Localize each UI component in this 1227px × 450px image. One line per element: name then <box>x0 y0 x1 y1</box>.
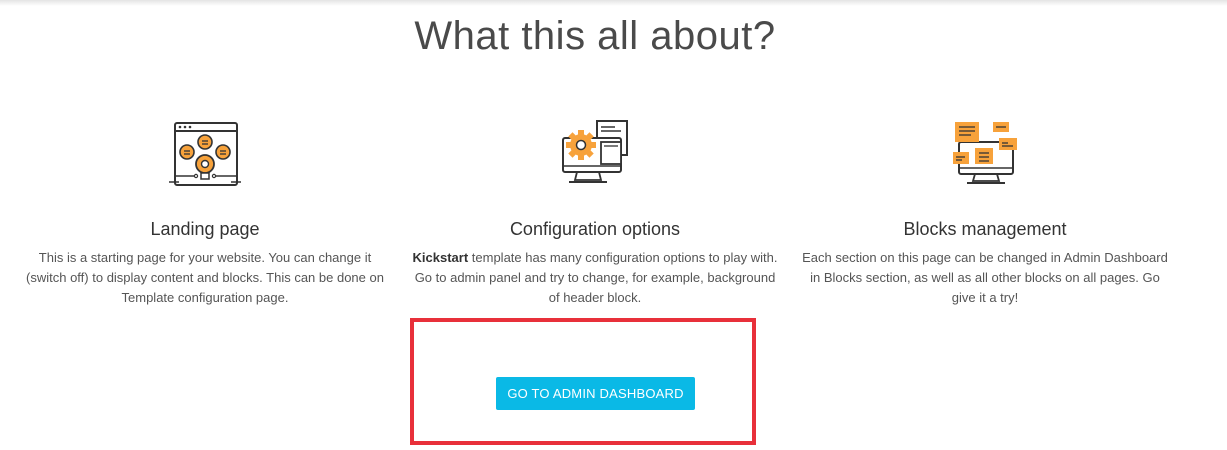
feature-description: Kickstart template has many configuratio… <box>412 250 778 305</box>
feature-configuration-options: Configuration options Kickstart template… <box>410 118 780 308</box>
feature-title: Configuration options <box>509 219 681 239</box>
top-shadow <box>0 0 1227 6</box>
gear-monitor-icon <box>562 120 628 183</box>
feature-landing-page: Landing page This is a starting page for… <box>20 118 390 308</box>
go-to-admin-dashboard-button[interactable]: GO TO ADMIN DASHBOARD <box>496 377 695 410</box>
feature-blocks-management: Blocks management Each section on this p… <box>800 118 1170 308</box>
feature-title: Blocks management <box>903 219 1067 239</box>
lightbulb-ideas-icon <box>169 122 241 186</box>
feature-title: Landing page <box>150 219 260 239</box>
feature-description: Each section on this page can be changed… <box>802 250 1168 305</box>
feature-description: This is a starting page for your website… <box>26 250 384 305</box>
blocks-monitor-icon <box>953 122 1017 184</box>
section-heading: What this all about? <box>414 14 776 58</box>
